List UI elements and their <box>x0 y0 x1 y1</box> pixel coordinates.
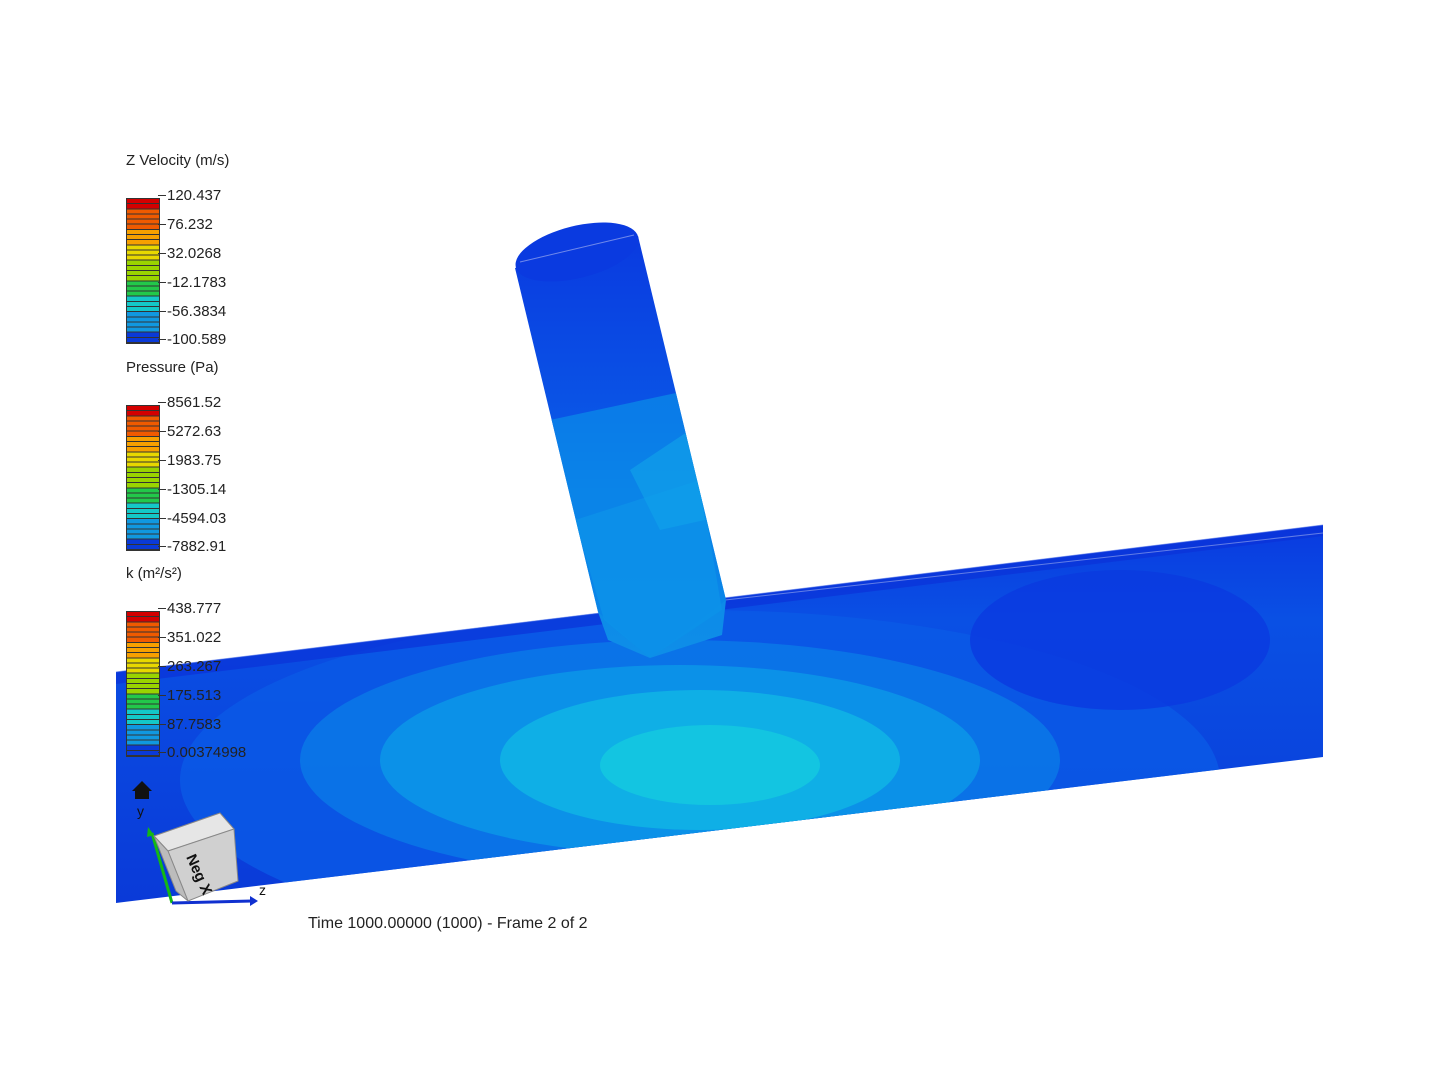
legend-label: 32.0268 <box>157 245 222 262</box>
legend-label: 1983.75 <box>157 452 222 469</box>
time-frame-readout: Time 1000.00000 (1000) - Frame 2 of 2 <box>308 915 588 932</box>
legend-title: Pressure (Pa) <box>126 359 219 376</box>
branch-pipe <box>515 222 726 658</box>
legend-label: 351.022 <box>157 629 222 646</box>
legend-label: 438.777 <box>157 600 222 617</box>
legend-label: 175.513 <box>157 687 222 704</box>
axis-y-label: y <box>137 803 144 819</box>
legend-label: 87.7583 <box>157 716 222 733</box>
legend-label: -7882.91 <box>157 538 227 555</box>
legend-label: -12.1783 <box>157 274 227 291</box>
colorbar <box>126 405 160 551</box>
legend-label: -56.3834 <box>157 303 227 320</box>
legend-label: 120.437 <box>157 187 222 204</box>
legend-label: 76.232 <box>158 216 213 233</box>
orientation-triad[interactable]: y z Neg X <box>116 775 286 915</box>
legend-label: 5272.63 <box>157 423 222 440</box>
home-icon[interactable] <box>132 781 152 799</box>
legend-label: -1305.14 <box>157 481 227 498</box>
legend-label: 263.267 <box>157 658 222 675</box>
z-axis-arrow <box>171 899 253 905</box>
legend-label: -4594.03 <box>157 510 227 527</box>
legend-title: k (m²/s²) <box>126 565 182 582</box>
colorbar <box>126 198 160 344</box>
colorbar <box>126 611 160 757</box>
legend-label: 0.00374998 <box>157 744 247 761</box>
legend-title: Z Velocity (m/s) <box>126 152 230 169</box>
legend-label: -100.589 <box>157 331 227 348</box>
legend-label: 8561.52 <box>157 394 222 411</box>
axis-z-label: z <box>259 882 266 898</box>
